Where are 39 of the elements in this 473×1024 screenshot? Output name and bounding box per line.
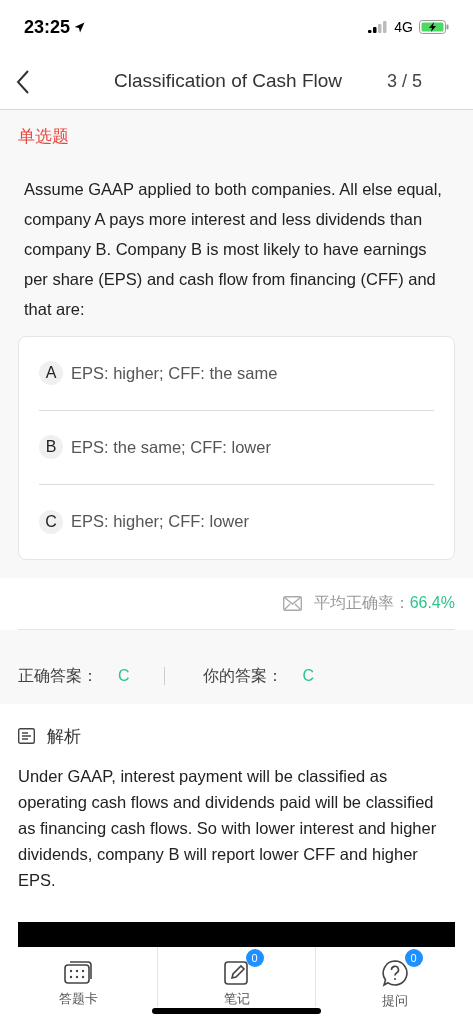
option-text: EPS: higher; CFF: the same (71, 362, 278, 384)
count-badge: 0 (245, 949, 264, 967)
tab-bar-item[interactable]: 0 笔记 (157, 947, 315, 1007)
back-chevron-icon (16, 68, 30, 95)
grid-card-icon (63, 959, 94, 985)
answer-option[interactable]: B EPS: the same; CFF: lower (39, 410, 434, 485)
option-letter: B (39, 435, 63, 459)
your-answer-label: 你的答案： (202, 665, 283, 686)
tab-label: 笔记 (223, 990, 250, 1008)
answer-option[interactable]: C EPS: higher; CFF: lower (39, 484, 434, 559)
page-title: Classification of Cash Flow (114, 69, 343, 94)
count-badge: 0 (404, 949, 423, 967)
correct-answer-label: 正确答案： (18, 665, 98, 686)
analysis-text: Under GAAP, interest payment will be classified as operating cash flows and dividends paid will be classified as financing cash flows. So with lower interest and higher dividends, company B will report lower CFF and higher EPS. (18, 766, 438, 891)
accuracy-value: 66.4% (409, 593, 455, 613)
accuracy-label: 平均正确率： (313, 593, 410, 613)
analysis-title: 解析 (47, 725, 81, 748)
option-text: EPS: the same; CFF: lower (71, 436, 271, 458)
answer-option[interactable]: A EPS: higher; CFF: the same (39, 336, 434, 411)
pencil-square-icon (223, 959, 250, 985)
tab-label: 提问 (381, 992, 408, 1010)
tab-bar-item[interactable]: 答题卡 (0, 947, 157, 1007)
question-text: Assume GAAP applied to both companies. All else equal, company A pays more interest and less dividends than company B. Company B is most likely to have earnings per share (EPS) and cash flow from financing (CFF) and that are: (23, 178, 443, 320)
your-answer-value: C (302, 665, 315, 686)
correct-answer-value: C (118, 665, 130, 686)
status-time: 23:25 (24, 15, 71, 39)
location-arrow-icon (74, 21, 86, 33)
option-text: EPS: higher; CFF: lower (71, 511, 249, 533)
option-letter: C (39, 509, 63, 534)
tab-bar-item[interactable]: 0 提问 (315, 947, 473, 1007)
signal-icon (368, 21, 389, 33)
question-bubble-icon (380, 959, 409, 987)
document-icon (18, 728, 35, 745)
envelope-icon (282, 595, 302, 611)
tab-label: 答题卡 (59, 990, 98, 1008)
network-label: 4G (394, 17, 413, 37)
option-letter: A (39, 361, 63, 385)
battery-charging-icon (419, 20, 449, 34)
question-type-label: 单选题 (17, 126, 70, 148)
